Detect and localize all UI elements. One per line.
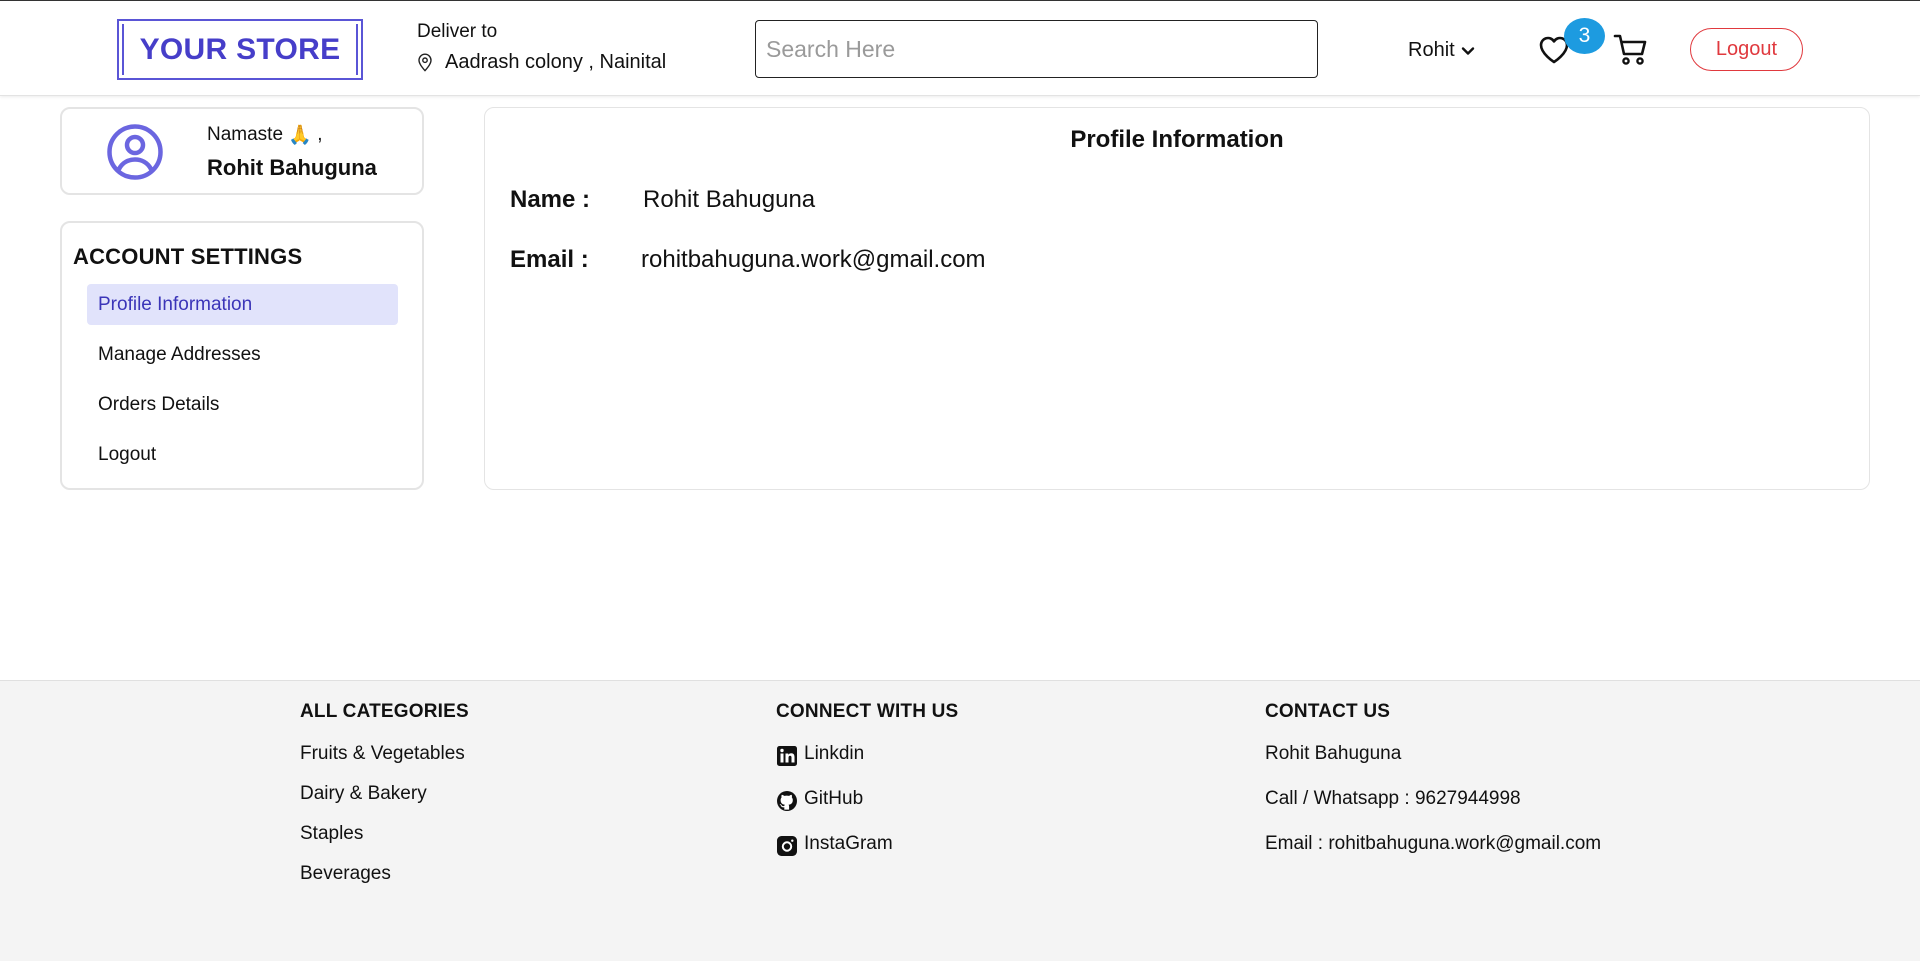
- github-link[interactable]: GitHub: [776, 788, 958, 833]
- settings-item-profile-information[interactable]: Profile Information: [87, 284, 398, 325]
- deliver-to-label: Deliver to: [417, 21, 498, 42]
- footer: ALL CATEGORIES Fruits & Vegetables Dairy…: [0, 680, 1920, 961]
- footer-contact: CONTACT US Rohit Bahuguna Call / Whatsap…: [1265, 701, 1601, 878]
- contact-email: Email : rohitbahuguna.work@gmail.com: [1265, 833, 1602, 854]
- search-input[interactable]: [755, 20, 1318, 78]
- category-link[interactable]: Staples: [300, 823, 469, 863]
- top-navbar: YOUR STORE Deliver to Aadrash colony , N…: [0, 0, 1920, 96]
- name-value: Rohit Bahuguna: [643, 186, 816, 213]
- store-logo[interactable]: YOUR STORE: [117, 19, 363, 80]
- category-link[interactable]: Beverages: [300, 863, 469, 903]
- linkedin-link[interactable]: Linkdin: [776, 743, 958, 788]
- instagram-link[interactable]: InstaGram: [776, 833, 958, 878]
- github-icon: [777, 791, 797, 811]
- contact-name: Rohit Bahuguna: [1265, 743, 1402, 764]
- contact-phone: Call / Whatsapp : 9627944998: [1265, 788, 1521, 809]
- settings-item-orders-details[interactable]: Orders Details: [87, 384, 398, 425]
- name-label: Name :: [510, 186, 591, 213]
- greeting-text: Namaste 🙏 ,: [207, 123, 323, 147]
- profile-name-row: Name : Rohit Bahuguna: [510, 186, 815, 214]
- greeting-card: Namaste 🙏 , Rohit Bahuguna: [60, 107, 424, 195]
- footer-categories: ALL CATEGORIES Fruits & Vegetables Dairy…: [300, 701, 469, 903]
- account-settings-panel: ACCOUNT SETTINGS Profile Information Man…: [60, 221, 424, 490]
- logout-button[interactable]: Logout: [1690, 28, 1803, 71]
- category-link[interactable]: Fruits & Vegetables: [300, 743, 469, 783]
- greeting-word: Namaste: [207, 124, 284, 145]
- greeting-comma: ,: [317, 124, 323, 145]
- user-name: Rohit: [1408, 39, 1455, 61]
- connect-heading: CONNECT WITH US: [776, 701, 959, 722]
- user-dropdown[interactable]: Rohit: [1408, 39, 1475, 62]
- email-label: Email :: [510, 246, 589, 273]
- footer-connect: CONNECT WITH US Linkdin GitHub InstaGram: [776, 701, 958, 878]
- delivery-address: Aadrash colony , Nainital: [445, 51, 667, 73]
- cart-icon[interactable]: [1613, 31, 1649, 67]
- delivery-location[interactable]: Deliver to Aadrash colony , Nainital: [417, 21, 666, 74]
- account-settings-title: ACCOUNT SETTINGS: [73, 244, 303, 269]
- categories-heading: ALL CATEGORIES: [300, 701, 469, 722]
- wishlist-count-badge: 3: [1564, 18, 1605, 54]
- greeting-user-name: Rohit Bahuguna: [207, 155, 377, 180]
- settings-item-manage-addresses[interactable]: Manage Addresses: [87, 334, 398, 375]
- contact-heading: CONTACT US: [1265, 701, 1391, 722]
- linkedin-icon: [777, 746, 797, 766]
- profile-title: Profile Information: [1070, 126, 1284, 153]
- store-logo-text: YOUR STORE: [122, 24, 358, 75]
- linkedin-label: Linkdin: [804, 743, 865, 764]
- chevron-down-icon: [1461, 46, 1474, 55]
- instagram-icon: [777, 836, 797, 856]
- user-avatar-icon: [107, 124, 163, 180]
- github-label: GitHub: [804, 788, 864, 809]
- settings-item-logout[interactable]: Logout: [87, 434, 398, 475]
- instagram-label: InstaGram: [804, 833, 893, 854]
- profile-information-panel: Profile Information Name : Rohit Bahugun…: [484, 107, 1870, 490]
- email-value: rohitbahuguna.work@gmail.com: [641, 246, 986, 273]
- location-pin-icon: [418, 53, 432, 72]
- category-link[interactable]: Dairy & Bakery: [300, 783, 469, 823]
- namaste-emoji: 🙏: [288, 125, 312, 146]
- profile-email-row: Email : rohitbahuguna.work@gmail.com: [510, 246, 986, 274]
